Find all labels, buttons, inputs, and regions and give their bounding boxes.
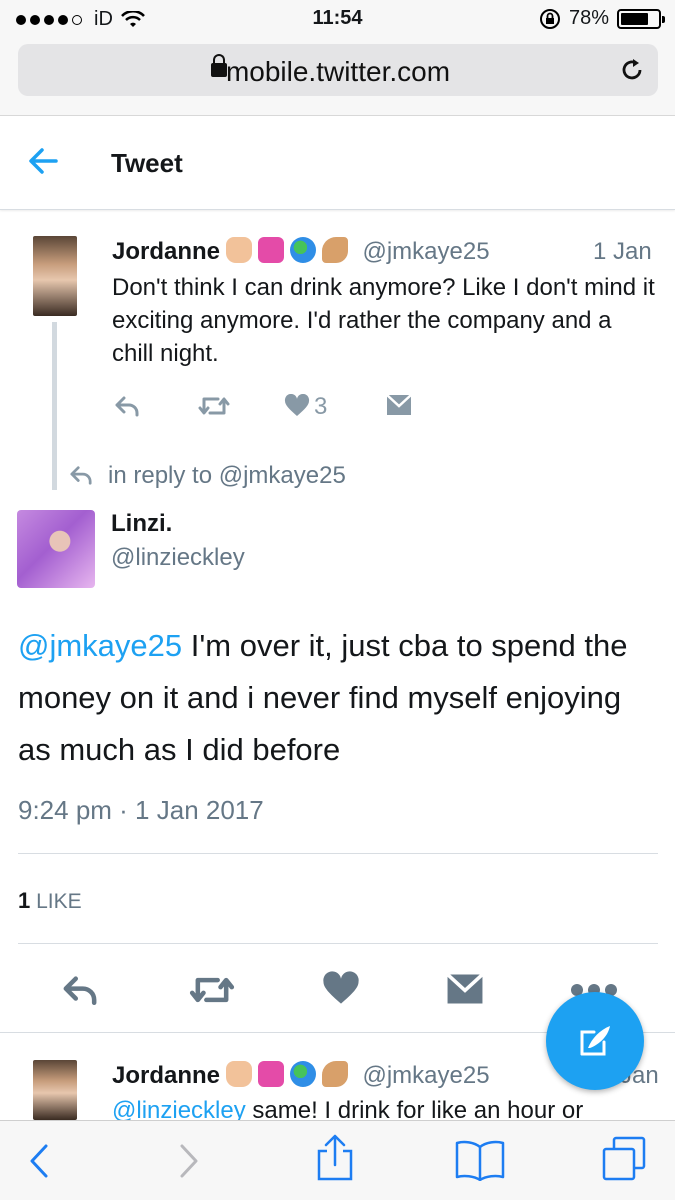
bookmarks-icon[interactable] [454, 1139, 506, 1181]
forward-chevron-icon[interactable] [178, 1143, 200, 1179]
author-name[interactable]: Linzi. [111, 510, 172, 538]
divider [18, 853, 658, 854]
tweet-timestamp[interactable]: 9:24 pm · 1 Jan 2017 [18, 795, 264, 826]
avatar[interactable] [33, 236, 77, 316]
tweet-date[interactable]: 1 Jan [593, 238, 652, 266]
thread-connector [52, 322, 57, 490]
author-handle[interactable]: @jmkaye25 [362, 1062, 489, 1089]
like-total: 1 [18, 888, 31, 913]
heart-icon[interactable] [322, 971, 360, 1007]
globe-emoji-icon [290, 1061, 317, 1087]
url-text[interactable]: mobile.twitter.com [18, 56, 658, 88]
battery-fill [621, 12, 649, 25]
status-bar: iD 11:54 78% [0, 0, 675, 38]
divider [18, 943, 658, 944]
raised-fist-emoji-icon [226, 237, 253, 263]
tweet-author-line: Jordanne @jmkaye25 [112, 1061, 490, 1090]
flexed-biceps-emoji-icon [322, 1061, 349, 1087]
reply-icon [70, 466, 92, 485]
woman-symbol-emoji-icon [258, 237, 285, 263]
browser-chrome: mobile.twitter.com [0, 38, 675, 116]
flexed-biceps-emoji-icon [322, 237, 349, 263]
feather-pen-icon [580, 1026, 610, 1056]
direct-message-icon[interactable] [446, 973, 484, 1005]
author-handle[interactable]: @jmkaye25 [362, 238, 489, 265]
back-arrow-icon[interactable] [26, 144, 60, 178]
author-name[interactable]: Jordanne [112, 1062, 220, 1089]
reply-icon[interactable] [60, 973, 100, 1007]
page-header: Tweet [0, 116, 675, 210]
tabs-icon[interactable] [600, 1135, 648, 1183]
heart-icon[interactable] [284, 394, 310, 418]
page-title: Tweet [111, 148, 183, 178]
retweet-icon[interactable] [188, 973, 236, 1007]
avatar[interactable] [17, 510, 95, 588]
reply-context[interactable]: in reply to @jmkaye25 [68, 462, 346, 490]
retweet-icon[interactable] [198, 394, 230, 418]
like-count: 3 [314, 393, 328, 420]
tweet-text: @jmkaye25 I'm over it, just cba to spend… [18, 620, 658, 776]
battery-icon [617, 8, 665, 29]
woman-symbol-emoji-icon [258, 1061, 285, 1087]
address-bar[interactable]: mobile.twitter.com [18, 44, 658, 96]
battery-percent: 78% [568, 7, 609, 29]
reply-icon[interactable] [114, 394, 140, 418]
tweet-text: Don't think I can drink anymore? Like I … [112, 274, 655, 367]
author-handle[interactable]: @linzieckley [111, 544, 245, 572]
raised-fist-emoji-icon [226, 1061, 253, 1087]
back-chevron-icon[interactable] [28, 1143, 50, 1179]
author-name[interactable]: Jordanne [112, 238, 220, 265]
tweet-actions: 3 [112, 392, 442, 422]
tweet-text: @linzieckley same! I drink for like an h… [112, 1094, 657, 1120]
like-summary[interactable]: 1 LIKE [18, 888, 82, 914]
mention-link[interactable]: @linzieckley [112, 1097, 246, 1120]
tweet-body: same! I drink for like an hour or [245, 1097, 584, 1120]
tweet-author-line: Jordanne @jmkaye25 [112, 237, 490, 266]
rotation-lock-icon [539, 8, 560, 29]
mention-link[interactable]: @jmkaye25 [18, 628, 182, 663]
share-icon[interactable] [314, 1133, 356, 1183]
direct-message-icon[interactable] [386, 394, 412, 416]
avatar[interactable] [33, 1060, 77, 1120]
globe-emoji-icon [290, 237, 317, 263]
browser-toolbar [0, 1120, 675, 1200]
reload-icon[interactable] [618, 56, 646, 84]
reply-context-text[interactable]: in reply to @jmkaye25 [108, 462, 346, 489]
status-right: 78% [539, 7, 665, 30]
like-label: LIKE [36, 890, 82, 913]
compose-tweet-button[interactable] [546, 992, 644, 1090]
